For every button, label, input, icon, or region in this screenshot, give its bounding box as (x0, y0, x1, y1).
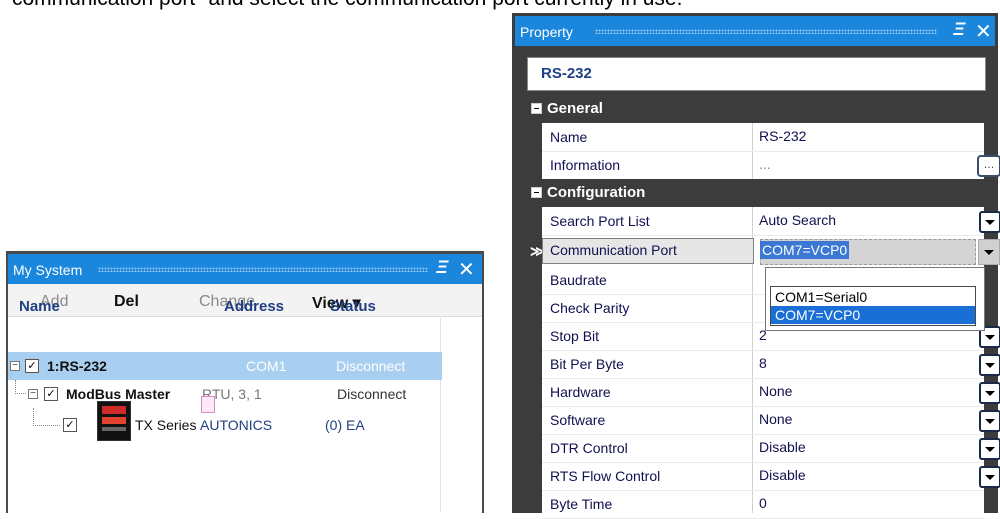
property-row-hardware[interactable]: Hardware None (542, 378, 1000, 407)
tx-series-device-icon (97, 401, 131, 441)
property-value[interactable]: COM7=VCP0 (760, 241, 850, 259)
grid-margin (527, 95, 542, 513)
ellipsis-button[interactable]: … (977, 155, 1000, 177)
property-name: DTR Control (550, 440, 628, 456)
my-system-content: Add Del Change View ▾ Name Address Statu… (8, 284, 482, 513)
property-row-communication-port[interactable]: Communication Port COM7=VCP0 (542, 238, 1000, 265)
checkbox-checked-icon[interactable]: ✓ (25, 359, 39, 373)
property-value[interactable]: Disable (759, 467, 806, 483)
property-row-rts-flow-control[interactable]: RTS Flow Control Disable (542, 462, 1000, 491)
property-name: Communication Port (550, 242, 677, 258)
property-value[interactable]: Auto Search (759, 212, 836, 228)
tree-item-status: Disconnect (337, 386, 407, 402)
close-icon[interactable]: ✕ (458, 257, 475, 282)
pin-icon[interactable]: 𝜩 (953, 20, 965, 40)
column-header-address[interactable]: Address (224, 298, 284, 315)
tree-item-status: Disconnect (336, 358, 406, 374)
del-button[interactable]: Del (114, 293, 139, 311)
tree-row-tx-series[interactable]: ✓ TX Series AUTONICS (0) EA (8, 408, 442, 442)
collapse-icon[interactable] (531, 187, 542, 198)
tree-item-label: ModBus Master (66, 386, 171, 402)
category-label: General (547, 100, 603, 117)
note-icon (201, 396, 215, 413)
my-system-title: My System (13, 262, 83, 278)
checkbox-checked-icon[interactable]: ✓ (44, 387, 58, 401)
property-row-byte-time[interactable]: Byte Time 0 (542, 490, 984, 519)
tree-item-address: AUTONICS (200, 417, 273, 433)
property-titlebar: Property 𝜩 ✕ (515, 16, 995, 46)
collapse-icon[interactable]: − (28, 389, 38, 399)
option-label: COM7=VCP0 (775, 307, 861, 323)
collapse-icon[interactable]: − (10, 361, 20, 371)
property-value[interactable]: 0 (759, 495, 767, 511)
property-row-name[interactable]: Name RS-232 (542, 123, 984, 152)
property-panel: Property 𝜩 ✕ RS-232 General Name RS-232 … (512, 13, 1000, 519)
pin-icon[interactable]: 𝜩 (436, 258, 448, 278)
category-label: Configuration (547, 184, 646, 201)
property-grid: General Name RS-232 Information ... … Co… (527, 95, 1000, 519)
tree-item-address: COM1 (246, 358, 287, 374)
category-general[interactable]: General (527, 95, 984, 123)
option-label: COM1=Serial0 (775, 289, 868, 305)
property-name: RTS Flow Control (550, 468, 661, 484)
dropdown-arrow-icon[interactable] (979, 211, 1000, 233)
close-icon[interactable]: ✕ (975, 19, 992, 44)
dropdown-list: COM1=Serial0 COM7=VCP0 (770, 286, 976, 326)
property-row-software[interactable]: Software None (542, 406, 1000, 435)
dropdown-option-com1[interactable]: COM1=Serial0 (771, 288, 975, 306)
property-value[interactable]: None (759, 383, 792, 399)
tree-item-label: 1:RS-232 (47, 358, 107, 374)
dropdown-arrow-icon[interactable] (978, 239, 1000, 265)
instruction-caption: communication port" and select the commu… (12, 0, 682, 11)
selected-object-name: RS-232 (541, 65, 592, 82)
property-value[interactable]: ... (759, 156, 771, 172)
selected-object-box: RS-232 (527, 57, 986, 91)
column-header-status[interactable]: Status (330, 298, 376, 315)
category-configuration[interactable]: Configuration (527, 179, 984, 207)
dropdown-arrow-icon[interactable] (979, 382, 1000, 404)
dropdown-arrow-icon[interactable] (979, 354, 1000, 376)
property-row-bit-per-byte[interactable]: Bit Per Byte 8 (542, 350, 1000, 379)
property-value[interactable]: None (759, 411, 792, 427)
tree-row-modbus-master[interactable]: − ✓ ModBus Master RTU, 3, 1 Disconnect (8, 380, 442, 408)
titlebar-grip (595, 29, 937, 34)
dropdown-option-com7[interactable]: COM7=VCP0 (771, 306, 975, 324)
my-system-panel: My System 𝜩 ✕ Add Del Change View ▾ Name… (6, 251, 484, 513)
tree-item-label: TX Series (135, 417, 197, 433)
property-row-information[interactable]: Information ... … (542, 151, 1000, 180)
property-row-dtr-control[interactable]: DTR Control Disable (542, 434, 1000, 463)
property-name: Bit Per Byte (550, 356, 624, 372)
dropdown-arrow-icon[interactable] (979, 410, 1000, 432)
communication-port-dropdown: COM1=Serial0 COM7=VCP0 (765, 267, 985, 331)
dropdown-arrow-icon[interactable] (979, 438, 1000, 460)
property-value[interactable]: Disable (759, 439, 806, 455)
property-title: Property (520, 24, 573, 40)
property-name: Byte Time (550, 496, 613, 512)
property-name: Baudrate (550, 272, 607, 288)
property-name: Software (550, 412, 606, 428)
property-value[interactable]: RS-232 (759, 128, 806, 144)
property-name: Search Port List (550, 213, 650, 229)
property-name: Information (550, 157, 621, 173)
property-name: Name (550, 129, 588, 145)
property-row-search-port-list[interactable]: Search Port List Auto Search (542, 207, 1000, 236)
my-system-titlebar: My System 𝜩 ✕ (8, 254, 482, 284)
tree-row-rs232[interactable]: − ✓ 1:RS-232 COM1 Disconnect (8, 352, 442, 380)
property-name: Check Parity (550, 300, 630, 316)
column-header-name[interactable]: Name (19, 298, 60, 315)
collapse-icon[interactable] (531, 103, 542, 114)
checkbox-checked-icon[interactable]: ✓ (63, 418, 77, 432)
property-name: Stop Bit (550, 328, 600, 344)
tree-item-status: (0) EA (325, 417, 365, 433)
property-name: Hardware (550, 384, 611, 400)
property-value[interactable]: 8 (759, 355, 767, 371)
titlebar-grip (98, 267, 428, 272)
dropdown-arrow-icon[interactable] (979, 466, 1000, 488)
